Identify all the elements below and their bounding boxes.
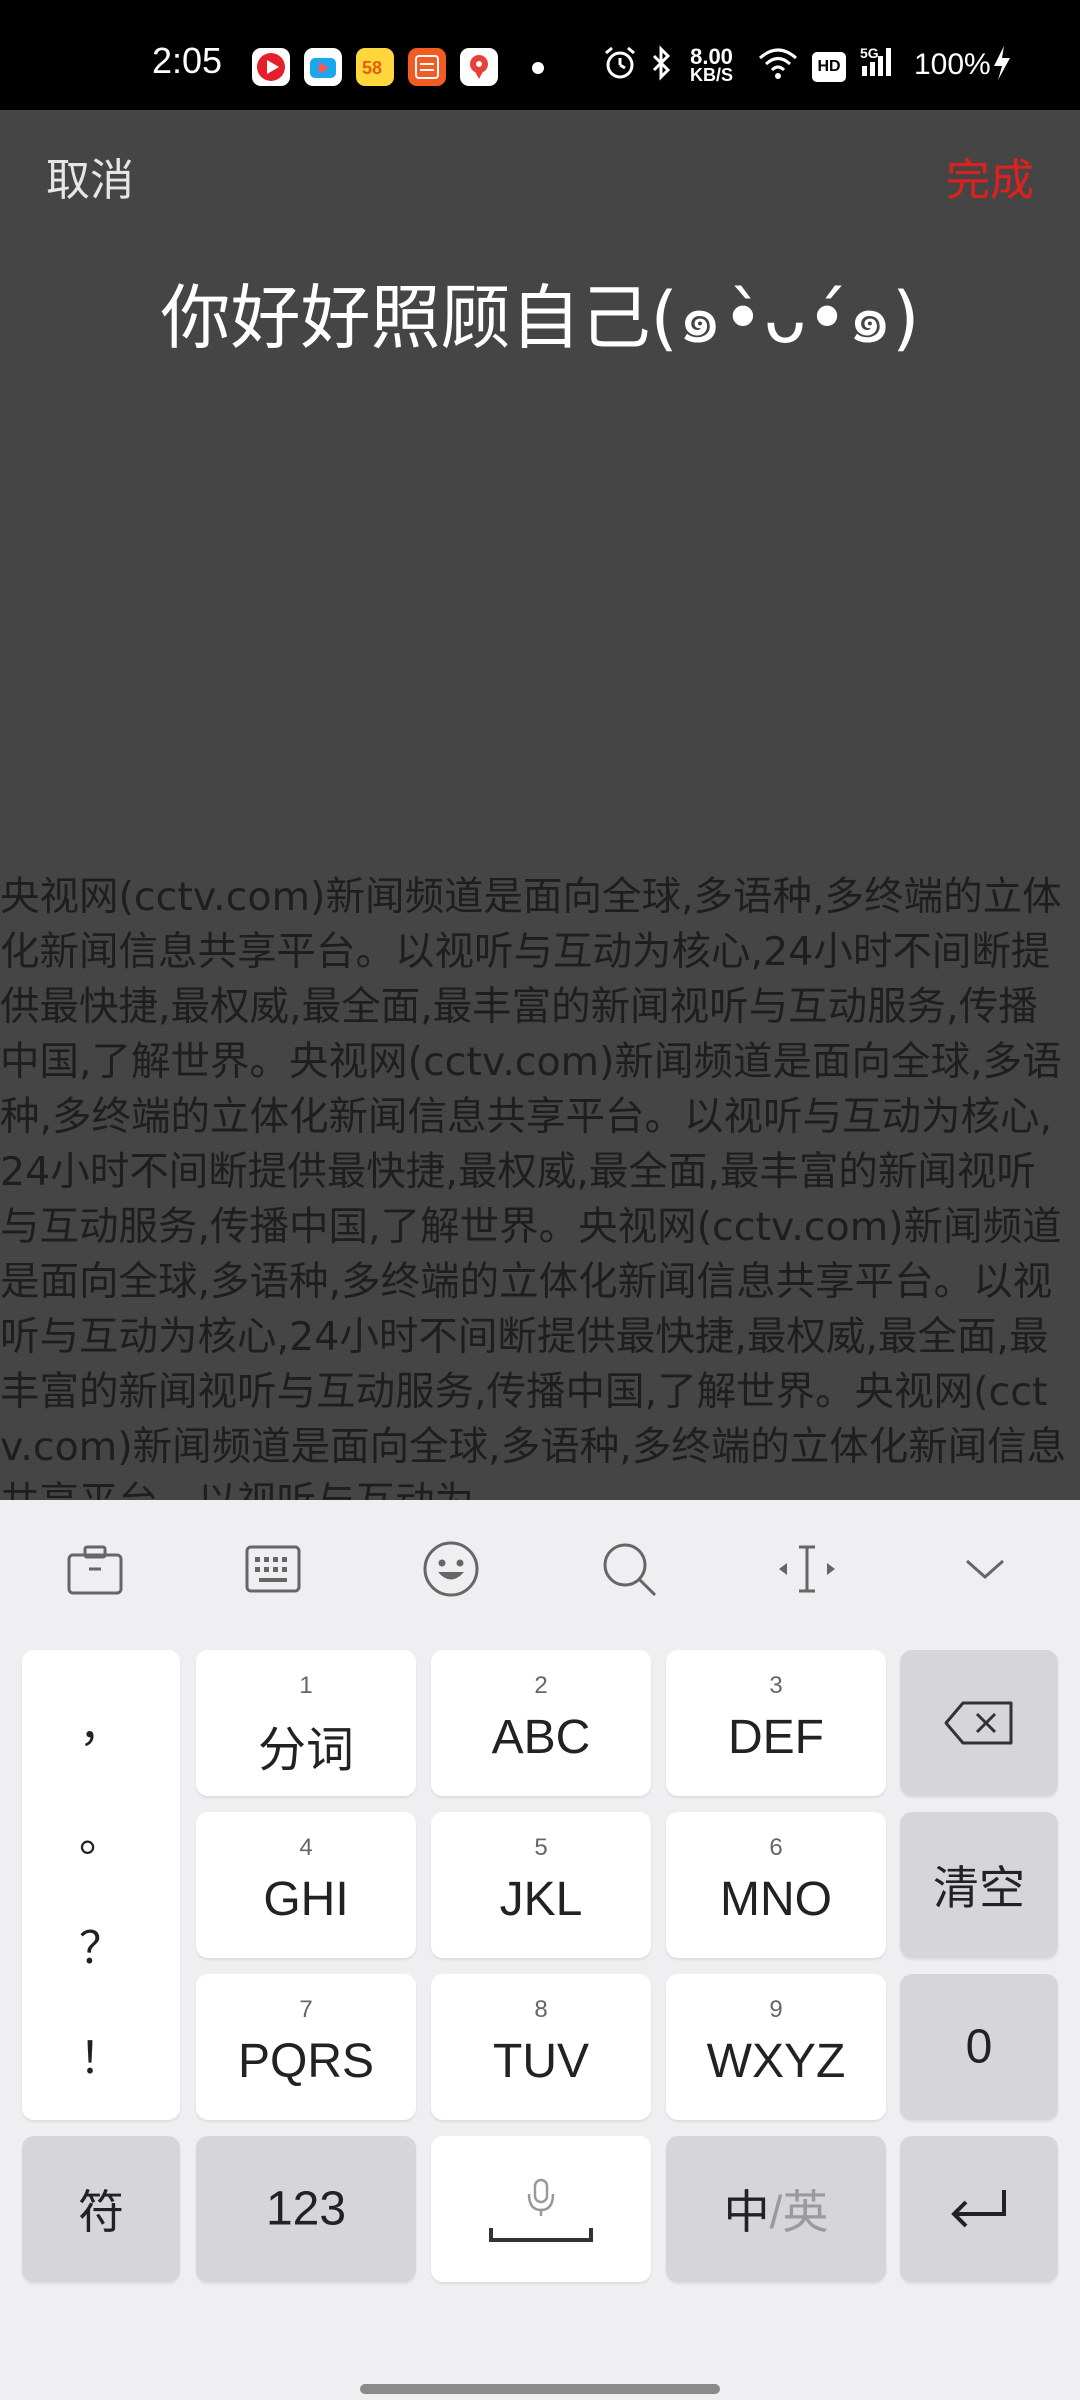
battery-percent: 100% xyxy=(914,48,991,81)
more-notifications-dot xyxy=(532,62,544,74)
key-9-wxyz[interactable]: 9 WXYZ xyxy=(666,1974,886,2120)
numeric-button[interactable]: 123 xyxy=(196,2136,416,2282)
cancel-button[interactable]: 取消 xyxy=(46,144,134,208)
cursor-icon[interactable] xyxy=(772,1536,842,1602)
58-app-icon: 58 xyxy=(356,48,394,86)
backspace-icon xyxy=(944,1701,1013,1745)
backspace-button[interactable] xyxy=(900,1650,1058,1796)
keyboard-layout-icon[interactable] xyxy=(238,1536,308,1602)
video-app-icon xyxy=(252,48,290,86)
hd-badge: HD xyxy=(812,52,846,82)
ranking-app-icon xyxy=(408,48,446,86)
signal-5g-icon: 5G xyxy=(860,44,910,86)
done-button[interactable]: 完成 xyxy=(946,144,1034,208)
punctuation-column: ， 。 ？ ！ xyxy=(22,1650,180,2120)
search-icon[interactable] xyxy=(594,1536,664,1602)
enter-icon xyxy=(951,2190,1006,2228)
map-app-icon xyxy=(460,48,498,86)
key-8-tuv[interactable]: 8 TUV xyxy=(431,1974,651,2120)
charging-icon xyxy=(990,44,1014,86)
key-1-segment[interactable]: 1 分词 xyxy=(196,1650,416,1796)
keyboard: ， 。 ？ ！ 1 分词 2 ABC 3 DEF 4 GHI 5 JKL 6 M… xyxy=(0,1500,1080,2400)
key-2-abc[interactable]: 2 ABC xyxy=(431,1650,651,1796)
lang-primary: 中 xyxy=(723,2186,770,2238)
wifi-icon xyxy=(756,44,800,86)
punct-exclamation[interactable]: ！ xyxy=(22,2022,180,2086)
microphone-space-icon xyxy=(489,2178,593,2242)
language-switch-button[interactable]: 中/英 xyxy=(666,2136,886,2282)
key-6-mno[interactable]: 6 MNO xyxy=(666,1812,886,1958)
preview-text: 你好好照顾自己(๑•̀ᴗ•́๑) xyxy=(160,277,920,359)
punct-question[interactable]: ？ xyxy=(22,1912,180,1976)
alarm-icon xyxy=(602,44,638,86)
svg-text:58: 58 xyxy=(362,58,382,78)
key-5-jkl[interactable]: 5 JKL xyxy=(431,1812,651,1958)
emoji-icon[interactable] xyxy=(416,1536,486,1602)
symbols-button[interactable]: 符 xyxy=(22,2136,180,2282)
key-0[interactable]: 0 xyxy=(900,1974,1058,2120)
article-text: 央视网(cctv.com)新闻频道是面向全球,多语种,多终端的立体化新闻信息共享… xyxy=(0,874,1067,1500)
network-speed: 8.00 KB/S xyxy=(690,44,734,85)
key-4-ghi[interactable]: 4 GHI xyxy=(196,1812,416,1958)
key-7-pqrs[interactable]: 7 PQRS xyxy=(196,1974,416,2120)
punct-period[interactable]: 。 xyxy=(22,1800,180,1864)
home-indicator[interactable] xyxy=(360,2384,720,2394)
key-3-def[interactable]: 3 DEF xyxy=(666,1650,886,1796)
clear-button[interactable]: 清空 xyxy=(900,1812,1058,1958)
collapse-keyboard-icon[interactable] xyxy=(950,1536,1020,1602)
bilibili-style-icon xyxy=(304,48,342,86)
status-bar: 2:05 58 8.00 KB/S HD 5G 100% xyxy=(0,0,1080,110)
lang-secondary: /英 xyxy=(769,2186,829,2238)
svg-text:5G: 5G xyxy=(860,45,879,61)
status-time: 2:05 xyxy=(152,40,223,81)
punct-comma[interactable]: ， xyxy=(22,1690,180,1754)
bluetooth-icon xyxy=(648,44,676,86)
keyboard-toolbar xyxy=(0,1500,1080,1630)
enter-button[interactable] xyxy=(900,2136,1058,2282)
clipboard-icon[interactable] xyxy=(60,1536,130,1602)
space-button[interactable] xyxy=(431,2136,651,2282)
